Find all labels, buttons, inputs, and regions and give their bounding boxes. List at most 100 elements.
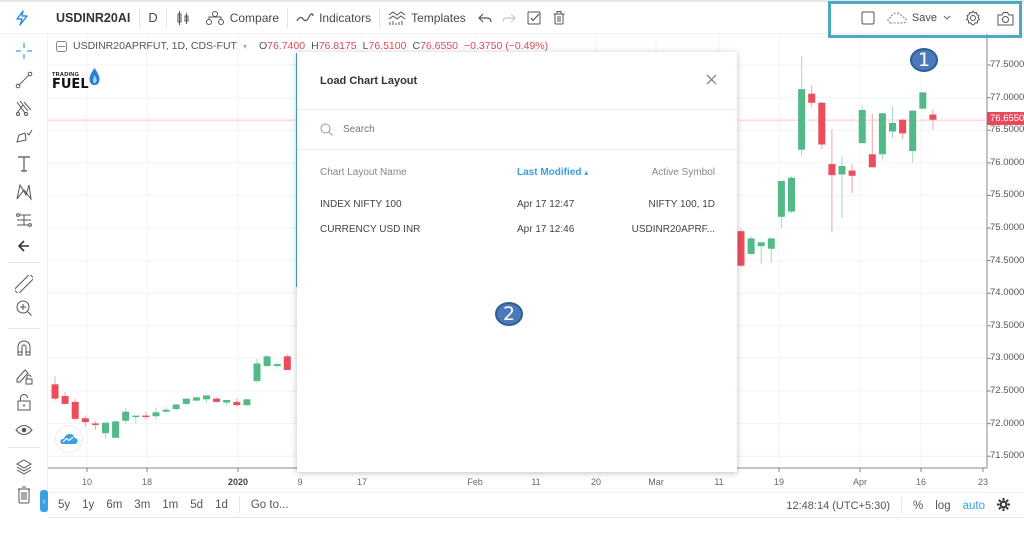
clock-display[interactable]: 12:48:14 (UTC+5:30) [780, 500, 896, 512]
time-tick-label: 11 [714, 477, 724, 487]
candle-body [909, 110, 917, 152]
candle-body [192, 397, 200, 401]
candle-body [757, 242, 765, 247]
active-symbol-cell: USDINR20APRF... [631, 224, 715, 235]
low-value: 76.5100 [368, 40, 407, 52]
brand-line2: FUEL [52, 77, 89, 92]
legend-symbol-info[interactable]: USDINR20APRFUT, 1D, CDS-FUT [73, 40, 237, 52]
time-tick-label: 18 [141, 477, 153, 487]
table-row[interactable]: CURRENCY USD INR Apr 17 12:46 USDINR20APRF… [320, 217, 715, 242]
time-tick-label: 23 [977, 477, 989, 487]
goto-date-button[interactable]: Go to... [245, 499, 295, 511]
price-tick-label: 75.0000 [990, 222, 1024, 233]
annotation-badge-2: 2 [495, 302, 523, 326]
candle-body [878, 113, 886, 155]
open-value: 76.7400 [267, 40, 306, 52]
trading-chart-app: USDINR20AI D Compare Indicators Template… [0, 0, 1024, 550]
candle-body [203, 395, 210, 400]
layout-name-cell: INDEX NIFTY 100 [320, 199, 402, 210]
column-header-active-symbol[interactable]: Active Symbol [617, 167, 715, 178]
candle-body [808, 93, 816, 103]
candle-body [51, 384, 59, 399]
cloud-sync-button[interactable] [55, 425, 83, 453]
search-icon [320, 123, 333, 136]
time-tick-label: 20 [590, 477, 602, 487]
time-tick-label: Apr [852, 477, 868, 487]
percent-scale-toggle[interactable]: % [907, 500, 929, 512]
price-tick-label: 73.0000 [990, 352, 1024, 364]
collapse-legend-icon[interactable] [56, 40, 67, 52]
candle-body [818, 102, 826, 145]
range-button-5d[interactable]: 5d [184, 499, 209, 511]
last-price-label: 76.6550 [987, 112, 1024, 125]
bottom-right-group: 12:48:14 (UTC+5:30) % log auto [780, 493, 1016, 519]
candle-body [152, 412, 160, 417]
divider [238, 497, 240, 513]
time-tick-label: 2020 [227, 477, 249, 487]
candle-body [828, 164, 836, 176]
candle-body [899, 119, 907, 134]
candle-body [919, 92, 927, 109]
candle-body [747, 238, 755, 254]
bottom-toolbar: 5y 1y 6m 3m 1m 5d 1d Go to... 12:48:14 (UTC+5:… [48, 492, 1024, 518]
log-scale-toggle[interactable]: log [929, 500, 956, 512]
search-input[interactable] [343, 124, 643, 135]
candle-body [798, 89, 806, 150]
candle-body [788, 177, 795, 212]
table-row[interactable]: INDEX NIFTY 100 Apr 17 12:47 NIFTY 100, 1D [320, 192, 715, 217]
last-modified-cell: Apr 17 12:46 [517, 224, 575, 235]
close-value: 76.6550 [420, 40, 459, 52]
candle-body [142, 415, 150, 418]
range-button-3m[interactable]: 3m [128, 499, 156, 511]
candle-body [132, 415, 140, 418]
candle-body [253, 363, 261, 382]
range-button-5y[interactable]: 5y [52, 499, 76, 511]
cloud-chart-icon [60, 433, 78, 445]
candle-body [172, 404, 180, 410]
time-tick-label: 17 [356, 477, 368, 487]
candle-body [858, 109, 866, 144]
price-tick-label: 75.5000 [990, 189, 1024, 201]
dialog-header: Load Chart Layout [297, 52, 737, 110]
legend-open: O76.7400 [259, 40, 305, 52]
legend-dropdown-icon[interactable]: ▾ [243, 42, 247, 51]
range-button-1m[interactable]: 1m [156, 499, 184, 511]
candle-body [263, 356, 271, 367]
time-tick-label: 9 [297, 477, 303, 487]
candle-body [868, 154, 876, 168]
column-header-name[interactable]: Chart Layout Name [320, 167, 517, 178]
candle-body [112, 421, 120, 438]
candle-body [122, 411, 130, 421]
close-button[interactable] [706, 72, 717, 89]
candle-body [61, 396, 69, 404]
candle-body [71, 401, 79, 419]
candle-body [283, 356, 291, 370]
candle-body [102, 422, 109, 434]
price-tick-label: 76.0000 [990, 156, 1024, 168]
high-value: 76.8175 [318, 40, 357, 52]
trading-fuel-logo: TRADING FUEL [52, 68, 100, 91]
range-button-1d[interactable]: 1d [209, 499, 234, 511]
candle-body [91, 423, 99, 425]
column-header-last-modified[interactable]: Last Modified ▴ [517, 167, 617, 178]
scale-settings-button[interactable] [991, 498, 1016, 514]
close-icon [706, 74, 717, 85]
candle-body [233, 401, 241, 406]
close-label: C [412, 40, 421, 52]
flame-drop-icon [89, 68, 100, 91]
range-button-6m[interactable]: 6m [100, 499, 128, 511]
candle-body [81, 418, 89, 423]
dialog-title: Load Chart Layout [320, 74, 418, 87]
auto-scale-toggle[interactable]: auto [957, 500, 991, 512]
time-tick-label: Mar [648, 477, 664, 487]
candle-body [223, 399, 231, 403]
time-tick-label: Feb [467, 477, 483, 487]
last-modified-label: Last Modified [517, 167, 582, 178]
time-tick-label: 11 [531, 477, 541, 487]
price-tick-label: 74.0000 [990, 287, 1024, 299]
active-symbol-cell: NIFTY 100, 1D [648, 199, 715, 210]
layout-name-cell: CURRENCY USD INR [320, 224, 421, 235]
time-tick-label: 19 [773, 477, 785, 487]
range-button-1y[interactable]: 1y [76, 499, 100, 511]
price-tick-label: 72.0000 [990, 417, 1024, 429]
